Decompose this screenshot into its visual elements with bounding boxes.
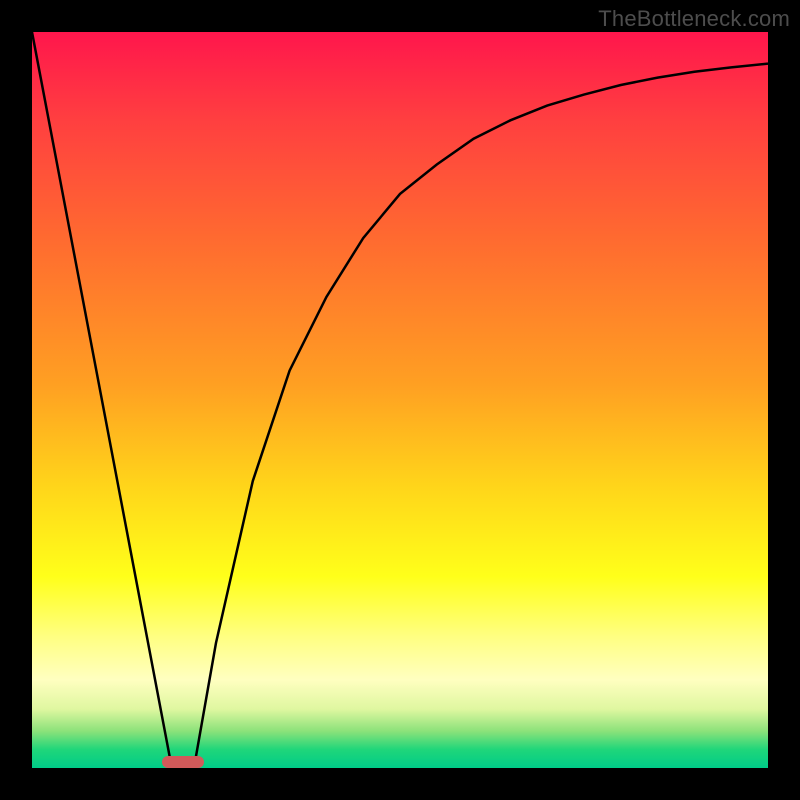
optimal-marker	[162, 756, 204, 768]
curve-path	[32, 32, 768, 768]
bottleneck-curve	[32, 32, 768, 768]
chart-container: TheBottleneck.com	[0, 0, 800, 800]
watermark-text: TheBottleneck.com	[598, 6, 790, 32]
curve-layer	[32, 32, 768, 768]
plot-area	[32, 32, 768, 768]
